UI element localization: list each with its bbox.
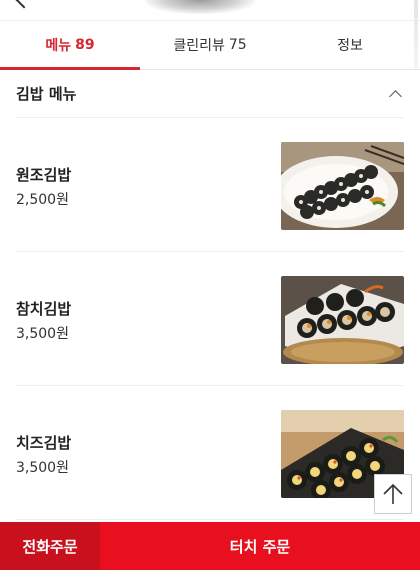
menu-item-price: 2,500원 (16, 192, 69, 208)
phone-order-button[interactable]: 전화주문 (0, 522, 100, 570)
menu-item[interactable]: 참치김밥 3,500원 (16, 252, 404, 386)
menu-item[interactable]: 치즈김밥 3,500원 (16, 386, 404, 520)
menu-item-price: 3,500원 (16, 460, 69, 476)
menu-section-header[interactable]: 김밥 메뉴 (16, 70, 404, 118)
restaurant-menu-screen: 메뉴 89 클린리뷰 75 정보 김밥 메뉴 원조김밥 2,500원 참치김밥 … (0, 0, 420, 586)
menu-item[interactable]: 원조김밥 2,500원 (16, 118, 404, 252)
tab-clean-review[interactable]: 클린리뷰 75 (140, 21, 280, 69)
menu-item-name: 참치김밥 (16, 300, 72, 318)
tab-menu[interactable]: 메뉴 89 (0, 21, 140, 70)
header-logo-image (145, 0, 255, 14)
header-bar (0, 0, 420, 20)
scroll-to-top-button[interactable] (374, 474, 412, 514)
chevron-up-icon[interactable] (389, 90, 402, 103)
arrow-up-icon (383, 483, 403, 504)
menu-item-name: 치즈김밥 (16, 434, 72, 452)
tab-info[interactable]: 정보 (280, 21, 420, 69)
section-title: 김밥 메뉴 (16, 85, 77, 103)
tab-menu-count: 89 (75, 37, 95, 53)
tab-menu-label: 메뉴 (45, 38, 72, 54)
tab-clean-review-label: 클린리뷰 (173, 38, 225, 54)
chevron-left-icon[interactable] (15, 0, 33, 9)
kimbap-plate-photo (281, 142, 404, 230)
menu-item-name: 원조김밥 (16, 166, 72, 184)
tab-info-label: 정보 (337, 38, 363, 54)
tab-bar: 메뉴 89 클린리뷰 75 정보 (0, 20, 420, 70)
touch-order-button[interactable]: 터치 주문 (100, 522, 420, 570)
bottom-safe-area (0, 570, 420, 586)
tab-clean-review-count: 75 (228, 37, 247, 53)
tuna-kimbap-photo (281, 276, 404, 364)
order-bar: 전화주문 터치 주문 (0, 522, 420, 570)
menu-item-price: 3,500원 (16, 326, 69, 342)
